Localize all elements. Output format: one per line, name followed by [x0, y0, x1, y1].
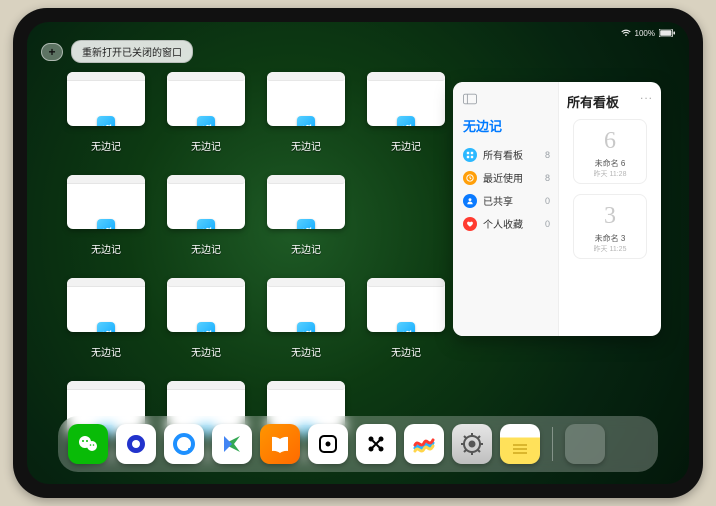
panel-right: ... 所有看板 6 未命名 6 昨天 11:283 未命名 3 昨天 11:2… [559, 82, 661, 336]
freeform-app-icon [97, 322, 115, 332]
panel-item-label: 已共享 [483, 193, 513, 208]
panel-item-count: 0 [545, 219, 550, 229]
window-thumb [67, 175, 145, 229]
freeform-app-icon [297, 219, 315, 229]
dock-books-icon[interactable] [260, 424, 300, 464]
panel-item-count: 8 [545, 150, 550, 160]
panel-item-label: 最近使用 [483, 170, 523, 185]
app-window[interactable]: 无边记 [167, 278, 245, 359]
more-icon[interactable]: ... [640, 88, 653, 102]
window-label: 无边记 [291, 138, 321, 153]
reopen-closed-window-pill[interactable]: 重新打开已关闭的窗口 [71, 40, 193, 63]
dock-freeform-icon[interactable] [404, 424, 444, 464]
freeform-app-icon [97, 219, 115, 229]
window-thumb [67, 278, 145, 332]
wifi-icon [621, 29, 631, 37]
window-label: 无边记 [391, 344, 421, 359]
ipad-frame: 100% + 重新打开已关闭的窗口 无边记 无边记 无边记 无边记 [13, 8, 703, 498]
board-card[interactable]: 6 未命名 6 昨天 11:28 [573, 119, 647, 184]
dock-recents-cluster[interactable] [565, 424, 605, 464]
app-switcher-grid: 无边记 无边记 无边记 无边记 无边记 无边记 无边 [67, 72, 445, 462]
app-window[interactable]: 无边记 [367, 278, 445, 359]
grid-icon [463, 148, 477, 162]
status-bar: 100% [27, 26, 689, 40]
board-subtitle: 昨天 11:28 [594, 169, 627, 179]
window-label: 无边记 [191, 344, 221, 359]
plus-icon: + [48, 45, 55, 59]
freeform-app-icon [97, 116, 115, 126]
screen: 100% + 重新打开已关闭的窗口 无边记 无边记 无边记 无边记 [27, 22, 689, 484]
app-window[interactable]: 无边记 [67, 72, 145, 153]
freeform-app-icon [397, 322, 415, 332]
board-title: 未命名 6 [595, 158, 626, 169]
freeform-app-icon [297, 322, 315, 332]
dock-dice-icon[interactable] [308, 424, 348, 464]
dock-qqbrowser-icon[interactable] [164, 424, 204, 464]
heart-icon [463, 217, 477, 231]
pill-label: 重新打开已关闭的窗口 [82, 48, 182, 59]
top-controls: + 重新打开已关闭的窗口 [41, 40, 193, 63]
person-icon [463, 194, 477, 208]
battery-pct: 100% [635, 29, 655, 38]
dock-wechat-icon[interactable] [68, 424, 108, 464]
battery-icon [659, 29, 675, 37]
dock-quark-icon[interactable] [116, 424, 156, 464]
dock-notes-icon[interactable] [500, 424, 540, 464]
window-thumb [267, 278, 345, 332]
window-thumb [367, 278, 445, 332]
app-window[interactable]: 无边记 [167, 72, 245, 153]
freeform-app-icon [197, 116, 215, 126]
window-label: 无边记 [291, 344, 321, 359]
window-label: 无边记 [191, 241, 221, 256]
panel-item-heart[interactable]: 个人收藏 0 [463, 212, 550, 235]
window-label: 无边记 [391, 138, 421, 153]
freeform-app-icon [197, 322, 215, 332]
panel-item-grid[interactable]: 所有看板 8 [463, 143, 550, 166]
sidebar-icon[interactable] [463, 92, 550, 110]
dock-play-icon[interactable] [212, 424, 252, 464]
freeform-app-icon [197, 219, 215, 229]
panel-left-title: 无边记 [463, 116, 550, 135]
dock [58, 416, 658, 472]
board-card[interactable]: 3 未命名 3 昨天 11:25 [573, 194, 647, 259]
panel-item-person[interactable]: 已共享 0 [463, 189, 550, 212]
dock-settings-icon[interactable] [452, 424, 492, 464]
window-thumb [367, 72, 445, 126]
add-button[interactable]: + [41, 43, 63, 61]
window-label: 无边记 [91, 138, 121, 153]
app-window[interactable]: 无边记 [267, 175, 345, 256]
panel-item-count: 0 [545, 196, 550, 206]
dock-dots-icon[interactable] [356, 424, 396, 464]
window-thumb [267, 72, 345, 126]
dock-separator [552, 427, 553, 461]
window-label: 无边记 [291, 241, 321, 256]
board-subtitle: 昨天 11:25 [594, 244, 627, 254]
panel-left: 无边记 所有看板 8 最近使用 8 已共享 0 个人收藏 0 [453, 82, 559, 336]
window-label: 无边记 [191, 138, 221, 153]
window-thumb [267, 175, 345, 229]
panel-item-label: 所有看板 [483, 147, 523, 162]
window-label: 无边记 [91, 344, 121, 359]
window-thumb [167, 278, 245, 332]
app-window[interactable]: 无边记 [267, 72, 345, 153]
freeform-app-icon [397, 116, 415, 126]
window-thumb [67, 72, 145, 126]
window-thumb [167, 175, 245, 229]
window-thumb [167, 72, 245, 126]
clock-icon [463, 171, 477, 185]
sidebar-panel: 无边记 所有看板 8 最近使用 8 已共享 0 个人收藏 0 ... 所有看板 … [453, 82, 661, 336]
app-window[interactable]: 无边记 [67, 278, 145, 359]
panel-item-label: 个人收藏 [483, 216, 523, 231]
freeform-app-icon [297, 116, 315, 126]
app-window[interactable]: 无边记 [67, 175, 145, 256]
window-label: 无边记 [91, 241, 121, 256]
app-window[interactable]: 无边记 [367, 72, 445, 153]
panel-item-count: 8 [545, 173, 550, 183]
board-thumb: 6 [591, 124, 629, 158]
app-window[interactable]: 无边记 [167, 175, 245, 256]
app-window[interactable]: 无边记 [267, 278, 345, 359]
board-title: 未命名 3 [595, 233, 626, 244]
panel-item-clock[interactable]: 最近使用 8 [463, 166, 550, 189]
board-thumb: 3 [591, 199, 629, 233]
